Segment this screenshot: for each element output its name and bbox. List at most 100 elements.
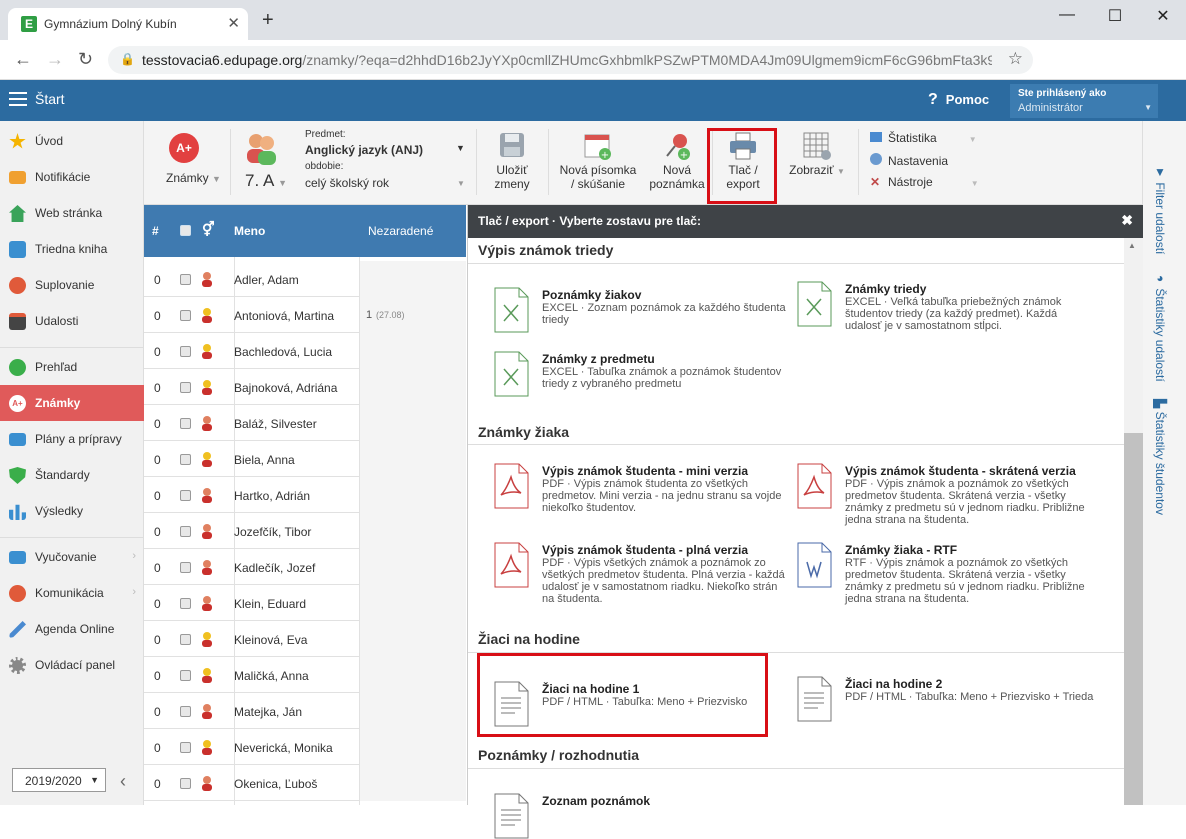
sidebar-item-suplovanie[interactable]: Suplovanie bbox=[0, 267, 144, 303]
row-checkbox[interactable] bbox=[180, 490, 191, 501]
url-field[interactable]: 🔒 tesstovacia6.edupage.org/znamky/?eqa=d… bbox=[108, 46, 1033, 74]
report-title[interactable]: Zoznam poznámok bbox=[542, 794, 650, 808]
table-row[interactable]: 0 Kleinová, Eva bbox=[144, 621, 466, 657]
unclassified-cell[interactable] bbox=[360, 729, 466, 765]
unclassified-cell[interactable] bbox=[360, 693, 466, 729]
table-row[interactable]: 0 Neverická, Monika bbox=[144, 729, 466, 765]
row-checkbox[interactable] bbox=[180, 670, 191, 681]
student-name[interactable]: Klein, Eduard bbox=[234, 597, 306, 611]
unclassified-cell[interactable] bbox=[360, 549, 466, 585]
row-checkbox[interactable] bbox=[180, 634, 191, 645]
sidebar-item-triedna-kniha[interactable]: Triedna kniha bbox=[0, 231, 144, 267]
sidebar-item-ovladaci-panel[interactable]: Ovládací panel bbox=[0, 647, 144, 683]
settings-link[interactable]: Nastavenia bbox=[870, 153, 948, 168]
student-name[interactable]: Antoniová, Martina bbox=[234, 309, 334, 323]
subject-select[interactable]: Anglický jazyk (ANJ) bbox=[305, 143, 423, 157]
table-row[interactable]: 0 Hartko, Adrián bbox=[144, 477, 466, 513]
col-name[interactable]: Meno bbox=[234, 224, 265, 238]
student-name[interactable]: Hartko, Adrián bbox=[234, 489, 310, 503]
bookmark-star-icon[interactable]: ☆ bbox=[1008, 49, 1023, 69]
sidebar-item-komunikacia[interactable]: Komunikácia › bbox=[0, 575, 144, 611]
row-checkbox[interactable] bbox=[180, 418, 191, 429]
row-checkbox[interactable] bbox=[180, 310, 191, 321]
table-row[interactable]: 0 Adler, Adam bbox=[144, 261, 466, 297]
table-row[interactable]: 0 Klein, Eduard bbox=[144, 585, 466, 621]
sidebar-item-prehlad[interactable]: Prehľad bbox=[0, 349, 144, 385]
table-row[interactable]: 0 Jozefčík, Tibor bbox=[144, 513, 466, 549]
row-checkbox[interactable] bbox=[180, 526, 191, 537]
unclassified-cell[interactable] bbox=[360, 513, 466, 549]
class-selector[interactable]: 7. A ▼ bbox=[245, 171, 287, 191]
row-checkbox[interactable] bbox=[180, 706, 191, 717]
sidebar-item-agenda-online[interactable]: Agenda Online bbox=[0, 611, 144, 647]
row-checkbox[interactable] bbox=[180, 778, 191, 789]
table-row[interactable]: 0 Baláž, Silvester bbox=[144, 405, 466, 441]
report-title[interactable]: Výpis známok študenta - mini verzia bbox=[542, 464, 748, 478]
back-icon[interactable]: ← bbox=[14, 49, 32, 70]
sidebar-item-udalosti[interactable]: Udalosti bbox=[0, 303, 144, 339]
row-checkbox[interactable] bbox=[180, 382, 191, 393]
tools-menu[interactable]: ✕ Nástroje ▼ bbox=[870, 175, 979, 189]
unclassified-cell[interactable] bbox=[360, 405, 466, 441]
sidebar-item-vyucovanie[interactable]: Vyučovanie › bbox=[0, 539, 144, 575]
student-name[interactable]: Kleinová, Eva bbox=[234, 633, 307, 647]
chevron-down-icon[interactable]: ▼ bbox=[457, 179, 465, 188]
sidebar-item-znamky[interactable]: A+ Známky bbox=[0, 385, 144, 421]
event-stats-tab[interactable]: ◕ Štatistiky udalostí bbox=[1153, 271, 1167, 382]
table-row[interactable]: 0 Antoniová, Martina 1 (27.08) bbox=[144, 297, 466, 333]
unclassified-cell[interactable] bbox=[360, 369, 466, 405]
row-checkbox[interactable] bbox=[180, 562, 191, 573]
view-menu-button[interactable]: Zobraziť ▼ bbox=[784, 131, 850, 197]
row-checkbox[interactable] bbox=[180, 742, 191, 753]
row-checkbox[interactable] bbox=[180, 598, 191, 609]
report-title[interactable]: Poznámky žiakov bbox=[542, 288, 641, 302]
table-row[interactable]: 0 Maličká, Anna bbox=[144, 657, 466, 693]
browser-tab[interactable]: E Gymnázium Dolný Kubín ✕ bbox=[8, 8, 248, 40]
forward-icon[interactable]: → bbox=[46, 49, 64, 70]
collapse-sidebar-icon[interactable]: ‹ bbox=[120, 771, 126, 792]
table-row[interactable]: 0 Okenica, Ľuboš bbox=[144, 765, 466, 801]
chevron-down-icon[interactable]: ▼ bbox=[456, 143, 465, 153]
close-tab-icon[interactable]: ✕ bbox=[227, 14, 240, 32]
report-title[interactable]: Známky z predmetu bbox=[542, 352, 655, 366]
report-title[interactable]: Výpis známok študenta - plná verzia bbox=[542, 543, 748, 557]
table-row[interactable]: 0 Biela, Anna bbox=[144, 441, 466, 477]
grade-value[interactable]: 1 bbox=[366, 309, 372, 321]
window-close-icon[interactable]: ✕ bbox=[1140, 6, 1186, 26]
student-name[interactable]: Jozefčík, Tibor bbox=[234, 525, 311, 539]
unclassified-cell[interactable] bbox=[360, 477, 466, 513]
report-title[interactable]: Žiaci na hodine 2 bbox=[845, 677, 942, 691]
student-stats-tab[interactable]: ▙ Štatistiky študentov bbox=[1153, 399, 1167, 515]
student-name[interactable]: Okenica, Ľuboš bbox=[234, 777, 317, 791]
start-link[interactable]: Štart bbox=[35, 91, 65, 107]
student-name[interactable]: Neverická, Monika bbox=[234, 741, 333, 755]
sidebar-item-standardy[interactable]: Štandardy bbox=[0, 457, 144, 493]
unclassified-cell[interactable] bbox=[360, 585, 466, 621]
table-row[interactable]: 0 Bajnoková, Adriána bbox=[144, 369, 466, 405]
unclassified-cell[interactable] bbox=[360, 261, 466, 297]
hamburger-icon[interactable] bbox=[9, 92, 27, 106]
help-link[interactable]: ? Pomoc bbox=[928, 91, 989, 109]
school-year-select[interactable]: 2019/2020 ▼ bbox=[12, 768, 106, 792]
table-row[interactable]: 0 Kadlečík, Jozef bbox=[144, 549, 466, 585]
row-checkbox[interactable] bbox=[180, 274, 191, 285]
row-checkbox[interactable] bbox=[180, 454, 191, 465]
select-all-checkbox[interactable] bbox=[180, 225, 191, 236]
report-title[interactable]: Známky triedy bbox=[845, 282, 926, 296]
student-name[interactable]: Matejka, Ján bbox=[234, 705, 302, 719]
grades-icon[interactable]: A+ bbox=[169, 133, 199, 163]
sidebar-item-notifikacie[interactable]: Notifikácie bbox=[0, 159, 144, 195]
close-icon[interactable]: ✖ bbox=[1121, 212, 1133, 229]
unclassified-cell[interactable] bbox=[360, 441, 466, 477]
user-menu[interactable]: Ste prihlásený ako Administrátor ▼ bbox=[1010, 84, 1158, 118]
table-row[interactable]: 0 Matejka, Ján bbox=[144, 693, 466, 729]
statistics-menu[interactable]: Štatistika ▼ bbox=[870, 131, 977, 145]
student-name[interactable]: Adler, Adam bbox=[234, 273, 299, 287]
sidebar-item-vysledky[interactable]: Výsledky bbox=[0, 493, 144, 529]
student-name[interactable]: Baláž, Silvester bbox=[234, 417, 317, 431]
col-unclassified[interactable]: Nezaradené bbox=[368, 224, 433, 238]
student-name[interactable]: Biela, Anna bbox=[234, 453, 295, 467]
new-note-button[interactable]: + Nová poznámka bbox=[644, 131, 710, 197]
student-name[interactable]: Kadlečík, Jozef bbox=[234, 561, 315, 575]
minimize-icon[interactable]: — bbox=[1044, 6, 1090, 24]
